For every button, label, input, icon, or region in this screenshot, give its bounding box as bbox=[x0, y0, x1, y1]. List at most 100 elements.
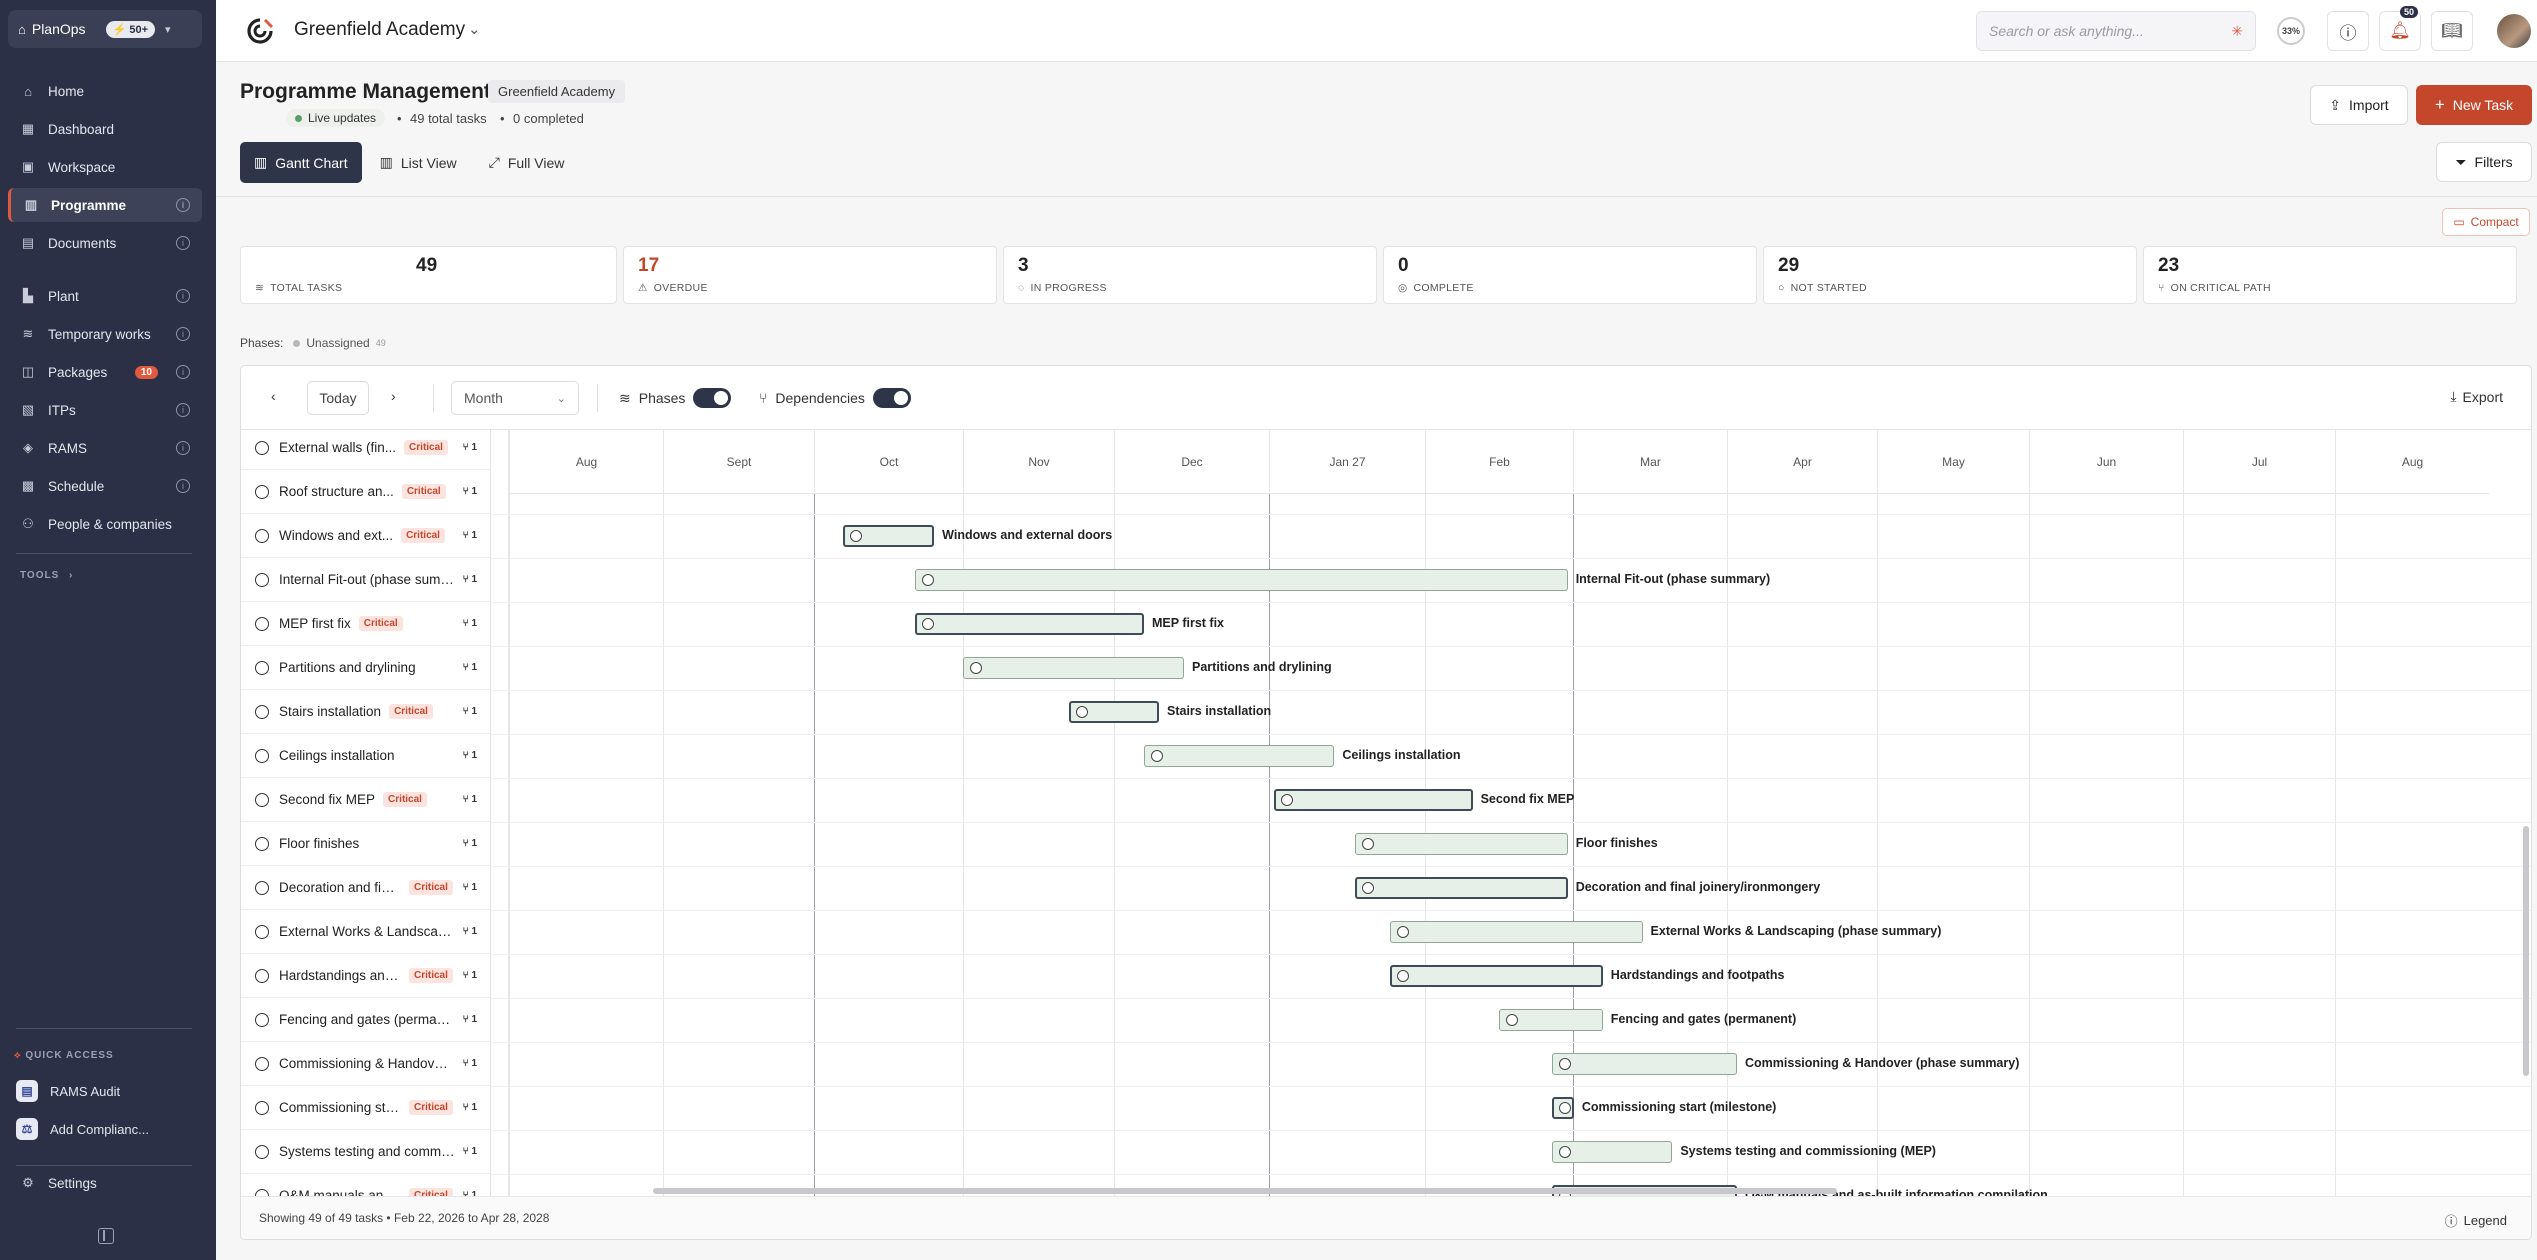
task-status-circle-icon[interactable] bbox=[255, 924, 269, 939]
gantt-bar[interactable] bbox=[1551, 1053, 1737, 1075]
collapse-sidebar-icon[interactable] bbox=[98, 1228, 114, 1244]
task-row[interactable]: Commissioning & Handover (phase summary)… bbox=[241, 1042, 490, 1086]
gantt-bar[interactable] bbox=[1068, 701, 1159, 723]
task-status-circle-icon[interactable] bbox=[255, 792, 269, 807]
task-row[interactable]: Hardstandings and footpaths Critical ⑂ 1 bbox=[241, 954, 490, 998]
task-status-circle-icon[interactable] bbox=[255, 968, 269, 983]
task-status-circle-icon[interactable] bbox=[255, 1056, 269, 1071]
task-row[interactable]: External Works & Landscaping (phase summ… bbox=[241, 910, 490, 954]
task-status-circle-icon[interactable] bbox=[255, 1144, 269, 1159]
scale-select[interactable]: Month ⌄ bbox=[451, 381, 579, 415]
vertical-scrollbar[interactable] bbox=[2523, 826, 2529, 1076]
stat-card-complete[interactable]: 0 ◎ COMPLETE bbox=[1383, 246, 1757, 304]
chevron-right-icon[interactable]: › bbox=[391, 388, 396, 404]
task-row[interactable]: O&M manuals and as-built information com… bbox=[241, 1174, 490, 1196]
task-status-circle-icon[interactable] bbox=[255, 704, 269, 719]
task-status-circle-icon[interactable] bbox=[255, 616, 269, 631]
task-status-circle-icon[interactable] bbox=[255, 880, 269, 895]
task-status-circle-icon[interactable] bbox=[255, 1012, 269, 1027]
compact-button[interactable]: ▭ Compact bbox=[2442, 208, 2530, 236]
sidebar-item-plant[interactable]: ▙ Plant i bbox=[8, 279, 202, 313]
workspace-switcher[interactable]: ⌂ PlanOps ⚡ 50+ ▾ bbox=[8, 10, 202, 48]
task-row[interactable]: Roof structure an... Critical ⑂ 1 bbox=[241, 470, 490, 514]
task-row[interactable]: Second fix MEP Critical ⑂ 1 bbox=[241, 778, 490, 822]
task-status-circle-icon[interactable] bbox=[255, 836, 269, 851]
stat-card-not-started[interactable]: 29 ○ NOT STARTED bbox=[1763, 246, 2137, 304]
gantt-bar[interactable] bbox=[914, 613, 1144, 635]
sidebar-item-people-companies[interactable]: ⚇ People & companies bbox=[8, 507, 202, 541]
export-button[interactable]: ⤓ Export bbox=[2450, 388, 2503, 405]
sidebar-item-dashboard[interactable]: ▦ Dashboard bbox=[8, 112, 202, 146]
sidebar-item-temporary-works[interactable]: ≋ Temporary works i bbox=[8, 317, 202, 351]
phases-toggle[interactable] bbox=[693, 388, 732, 408]
task-status-circle-icon[interactable] bbox=[255, 572, 269, 587]
sidebar-item-rams[interactable]: ◈ RAMS i bbox=[8, 431, 202, 465]
gantt-bar[interactable] bbox=[1389, 965, 1603, 987]
sidebar-item-documents[interactable]: ▤ Documents i bbox=[8, 226, 202, 260]
info-icon[interactable]: i bbox=[176, 236, 190, 250]
task-status-circle-icon[interactable] bbox=[255, 440, 269, 455]
filters-button[interactable]: ⏷ Filters bbox=[2436, 142, 2532, 182]
new-task-button[interactable]: + New Task bbox=[2416, 85, 2532, 125]
info-icon[interactable]: i bbox=[176, 441, 190, 455]
stat-card-in-progress[interactable]: 3 ◌ IN PROGRESS bbox=[1003, 246, 1377, 304]
info-icon[interactable]: i bbox=[176, 327, 190, 341]
task-status-circle-icon[interactable] bbox=[255, 748, 269, 763]
sidebar-item-settings[interactable]: ⚙ Settings bbox=[8, 1166, 202, 1200]
task-status-circle-icon[interactable] bbox=[255, 1100, 269, 1115]
info-icon[interactable]: i bbox=[176, 289, 190, 303]
quick-access-add-compliance[interactable]: ⚖ Add Complianc... bbox=[16, 1118, 149, 1140]
gantt-bar[interactable] bbox=[1499, 1009, 1603, 1031]
tools-toggle[interactable]: TOOLS › bbox=[20, 570, 73, 581]
task-row[interactable]: Commissioning start (milestone) Critical ⑂… bbox=[241, 1086, 490, 1130]
info-icon[interactable]: i bbox=[176, 403, 190, 417]
sidebar-item-schedule[interactable]: ▩ Schedule i bbox=[8, 469, 202, 503]
tab-list-view[interactable]: ▥ List View bbox=[366, 142, 471, 183]
tab-full-view[interactable]: ⤢ Full View bbox=[475, 142, 579, 183]
import-button[interactable]: ⇪ Import bbox=[2310, 85, 2408, 125]
info-icon[interactable]: i bbox=[176, 365, 190, 379]
task-status-circle-icon[interactable] bbox=[255, 484, 269, 499]
gantt-bar[interactable] bbox=[1551, 1141, 1673, 1163]
task-row[interactable]: Systems testing and commissioning (MEP) ⑂… bbox=[241, 1130, 490, 1174]
info-icon[interactable]: i bbox=[176, 198, 190, 212]
task-row[interactable]: Fencing and gates (permanent) ⑂ 1 bbox=[241, 998, 490, 1042]
today-button[interactable]: Today bbox=[307, 381, 369, 415]
task-row[interactable]: MEP first fix Critical ⑂ 1 bbox=[241, 602, 490, 646]
ai-sparkle-icon[interactable]: ✳ bbox=[2231, 23, 2243, 40]
stat-card-overdue[interactable]: 17 ⚠ OVERDUE bbox=[623, 246, 997, 304]
gantt-bar[interactable] bbox=[1274, 789, 1473, 811]
gantt-bar[interactable] bbox=[963, 657, 1184, 679]
task-row[interactable]: Floor finishes ⑂ 1 bbox=[241, 822, 490, 866]
progress-ring[interactable]: 33% bbox=[2277, 17, 2305, 45]
task-row[interactable]: Stairs installation Critical ⑂ 1 bbox=[241, 690, 490, 734]
chevron-left-icon[interactable]: ‹ bbox=[271, 388, 276, 404]
org-name[interactable]: Greenfield Academy bbox=[294, 19, 465, 41]
dependencies-toggle[interactable] bbox=[872, 388, 911, 408]
task-status-circle-icon[interactable] bbox=[255, 1188, 269, 1196]
sidebar-item-home[interactable]: ⌂ Home bbox=[8, 74, 202, 108]
search-input[interactable]: Search or ask anything... ✳ bbox=[1976, 11, 2256, 51]
gantt-bar[interactable] bbox=[914, 569, 1568, 591]
task-status-circle-icon[interactable] bbox=[255, 660, 269, 675]
avatar[interactable] bbox=[2497, 14, 2531, 48]
help-button[interactable]: ⓘ bbox=[2327, 11, 2369, 51]
horizontal-scrollbar[interactable] bbox=[653, 1188, 1837, 1194]
gantt-bar[interactable] bbox=[1389, 921, 1643, 943]
sidebar-item-programme[interactable]: ▥ Programme i bbox=[8, 188, 202, 222]
info-icon[interactable]: i bbox=[176, 479, 190, 493]
sidebar-item-workspace[interactable]: ▣ Workspace bbox=[8, 150, 202, 184]
notifications-button[interactable]: 🔔︎ 50 bbox=[2379, 6, 2421, 51]
legend-button[interactable]: ⓘ Legend bbox=[2445, 1211, 2507, 1230]
gantt-bar[interactable] bbox=[1354, 833, 1568, 855]
gantt-bar[interactable] bbox=[1354, 877, 1568, 899]
task-row[interactable]: Decoration and final joinery/ironmongery… bbox=[241, 866, 490, 910]
task-row[interactable]: External walls (fin... Critical ⑂ 1 bbox=[241, 430, 490, 470]
task-row[interactable]: Ceilings installation ⑂ 1 bbox=[241, 734, 490, 778]
gantt-bar[interactable] bbox=[842, 525, 935, 547]
phase-chip-unassigned[interactable]: Unassigned 49 bbox=[293, 336, 386, 350]
gantt-bar[interactable] bbox=[1551, 1097, 1574, 1119]
task-row[interactable]: Partitions and drylining ⑂ 1 bbox=[241, 646, 490, 690]
chevron-down-icon[interactable]: ⌄ bbox=[468, 20, 481, 38]
task-row[interactable]: Windows and ext... Critical ⑂ 1 bbox=[241, 514, 490, 558]
